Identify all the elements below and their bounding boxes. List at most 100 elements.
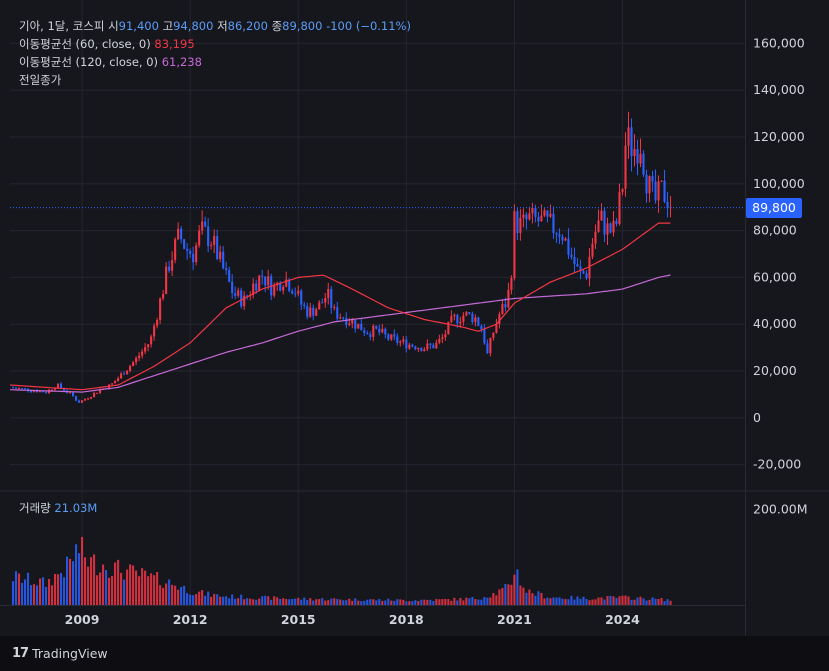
volume-bar bbox=[183, 585, 186, 605]
candle-body bbox=[582, 271, 585, 274]
candle-body bbox=[165, 266, 168, 294]
candle-body bbox=[318, 302, 321, 310]
volume-bar bbox=[405, 601, 408, 605]
candle-body bbox=[639, 153, 642, 164]
candle-body bbox=[606, 223, 609, 235]
volume-bar bbox=[648, 599, 651, 605]
volume-bar bbox=[360, 601, 363, 605]
ma120-row[interactable]: 이동평균선 (120, close, 0) 61,238 bbox=[19, 53, 411, 71]
volume-bar bbox=[171, 584, 174, 605]
volume-bar bbox=[144, 570, 147, 605]
candle-body bbox=[552, 213, 555, 233]
candle-body bbox=[11, 387, 15, 389]
prev-close-row[interactable]: 전일종가 bbox=[19, 71, 411, 89]
candle-body bbox=[201, 221, 204, 231]
volume-bar bbox=[567, 599, 570, 605]
prev-close-label: 전일종가 bbox=[19, 73, 62, 87]
candle-body bbox=[411, 344, 414, 347]
high-value: 94,800 bbox=[173, 19, 214, 33]
candle-body bbox=[492, 332, 495, 338]
volume-bar bbox=[381, 600, 384, 605]
symbol-label[interactable]: 기아, 1달, 코스피 bbox=[19, 19, 104, 33]
volume-bar bbox=[327, 600, 330, 605]
volume-bar bbox=[642, 598, 645, 605]
candle-body bbox=[282, 286, 285, 291]
candle-body bbox=[210, 245, 213, 247]
candle-body bbox=[405, 339, 408, 349]
candle-body bbox=[456, 315, 459, 324]
volume-bar bbox=[603, 599, 606, 605]
volume-bar bbox=[11, 581, 15, 605]
price-tick-label: -20,000 bbox=[753, 457, 801, 472]
candle-body bbox=[150, 336, 153, 345]
volume-bar bbox=[579, 598, 582, 605]
volume-bar bbox=[59, 573, 63, 605]
candle-body bbox=[432, 344, 435, 349]
candle-body bbox=[96, 392, 99, 394]
price-tick-label: 80,000 bbox=[753, 223, 797, 238]
volume-bar bbox=[135, 570, 138, 605]
volume-bar bbox=[564, 598, 567, 605]
volume-bar bbox=[126, 569, 129, 605]
candle-body bbox=[81, 400, 84, 403]
volume-bar bbox=[387, 598, 390, 605]
volume-bar bbox=[363, 600, 366, 605]
volume-bar bbox=[50, 585, 54, 605]
volume-bar bbox=[219, 596, 222, 605]
volume-bar bbox=[120, 572, 123, 605]
volume-bar bbox=[216, 594, 219, 605]
volume-bar bbox=[29, 585, 33, 605]
candle-body bbox=[453, 315, 456, 317]
price-tick-label: 60,000 bbox=[753, 269, 797, 284]
candle-body bbox=[255, 283, 258, 291]
volume-bar bbox=[312, 600, 315, 605]
candle-body bbox=[264, 276, 267, 286]
volume-bar bbox=[537, 591, 540, 605]
tradingview-logo[interactable]: 17 TradingView bbox=[12, 646, 108, 661]
candle-body bbox=[303, 304, 306, 307]
candle-body bbox=[114, 381, 117, 384]
candle-body bbox=[336, 307, 339, 319]
volume-bar bbox=[102, 564, 105, 605]
volume-bar bbox=[615, 597, 618, 605]
volume-bar bbox=[207, 591, 210, 605]
volume-bar bbox=[282, 598, 285, 605]
candle-body bbox=[576, 264, 579, 267]
low-label: 저 bbox=[217, 19, 228, 33]
volume-bar bbox=[594, 599, 597, 605]
candle-body bbox=[408, 344, 411, 349]
candle-body bbox=[603, 210, 606, 235]
volume-bar bbox=[453, 597, 456, 605]
candle-body bbox=[291, 291, 294, 294]
volume-bar bbox=[20, 582, 24, 605]
volume-bar bbox=[525, 592, 528, 605]
candle-body bbox=[393, 334, 396, 337]
volume-bar bbox=[396, 599, 399, 605]
volume-bar bbox=[237, 598, 240, 605]
volume-bar bbox=[108, 577, 111, 605]
volume-bar bbox=[72, 561, 75, 605]
volume-bar bbox=[333, 598, 336, 605]
volume-bar bbox=[477, 599, 480, 605]
volume-bar bbox=[14, 571, 18, 605]
candle-body bbox=[666, 201, 669, 208]
volume-bar bbox=[495, 595, 498, 605]
volume-bar bbox=[585, 598, 588, 605]
volume-bar bbox=[68, 558, 72, 605]
volume-bar bbox=[153, 575, 156, 605]
volume-bar bbox=[654, 598, 657, 605]
volume-bar bbox=[201, 590, 204, 605]
volume-bar bbox=[411, 601, 414, 605]
volume-legend[interactable]: 거래량 21.03M bbox=[19, 500, 97, 516]
candle-body bbox=[300, 290, 303, 305]
volume-bar bbox=[198, 591, 201, 605]
volume-bar bbox=[555, 597, 558, 605]
volume-bar bbox=[65, 556, 69, 605]
ma60-row[interactable]: 이동평균선 (60, close, 0) 83,195 bbox=[19, 35, 411, 53]
candle-body bbox=[222, 251, 225, 269]
volume-bar bbox=[195, 594, 198, 605]
volume-bar bbox=[432, 601, 435, 605]
chart-canvas[interactable]: 160,000 140,000 120,000 100,000 80,000 60,000… bbox=[0, 0, 829, 671]
chart-legend: 기아, 1달, 코스피 시91,400 고94,800 저86,200 종89,… bbox=[19, 17, 411, 89]
volume-bar bbox=[630, 599, 633, 605]
